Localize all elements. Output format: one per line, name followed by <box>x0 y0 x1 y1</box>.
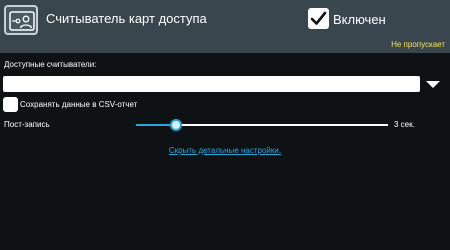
settings-panel: Доступные считыватели: Сохранять данные … <box>0 53 450 250</box>
header-bar: Считыватель карт доступа Включен Не проп… <box>0 0 450 53</box>
status-text: Не пропускает <box>391 40 445 49</box>
checkmark-icon <box>310 11 327 25</box>
enabled-checkbox[interactable] <box>308 8 329 29</box>
csv-label: Сохранять данные в CSV-отчет <box>20 100 138 109</box>
card-reader-icon <box>4 5 38 35</box>
readers-label: Доступные считыватели: <box>4 60 97 69</box>
app-title: Считыватель карт доступа <box>46 11 207 26</box>
reader-select[interactable] <box>3 76 420 92</box>
enabled-label: Включен <box>333 12 386 27</box>
post-record-slider[interactable] <box>136 119 388 131</box>
csv-checkbox[interactable] <box>3 97 18 112</box>
post-record-value: 3 сек. <box>394 120 415 129</box>
chevron-down-icon[interactable] <box>426 81 440 88</box>
post-record-label: Пост-запись <box>4 120 50 129</box>
hide-details-link[interactable]: Скрыть детальные настройки. <box>0 146 450 155</box>
slider-thumb[interactable] <box>170 119 183 131</box>
